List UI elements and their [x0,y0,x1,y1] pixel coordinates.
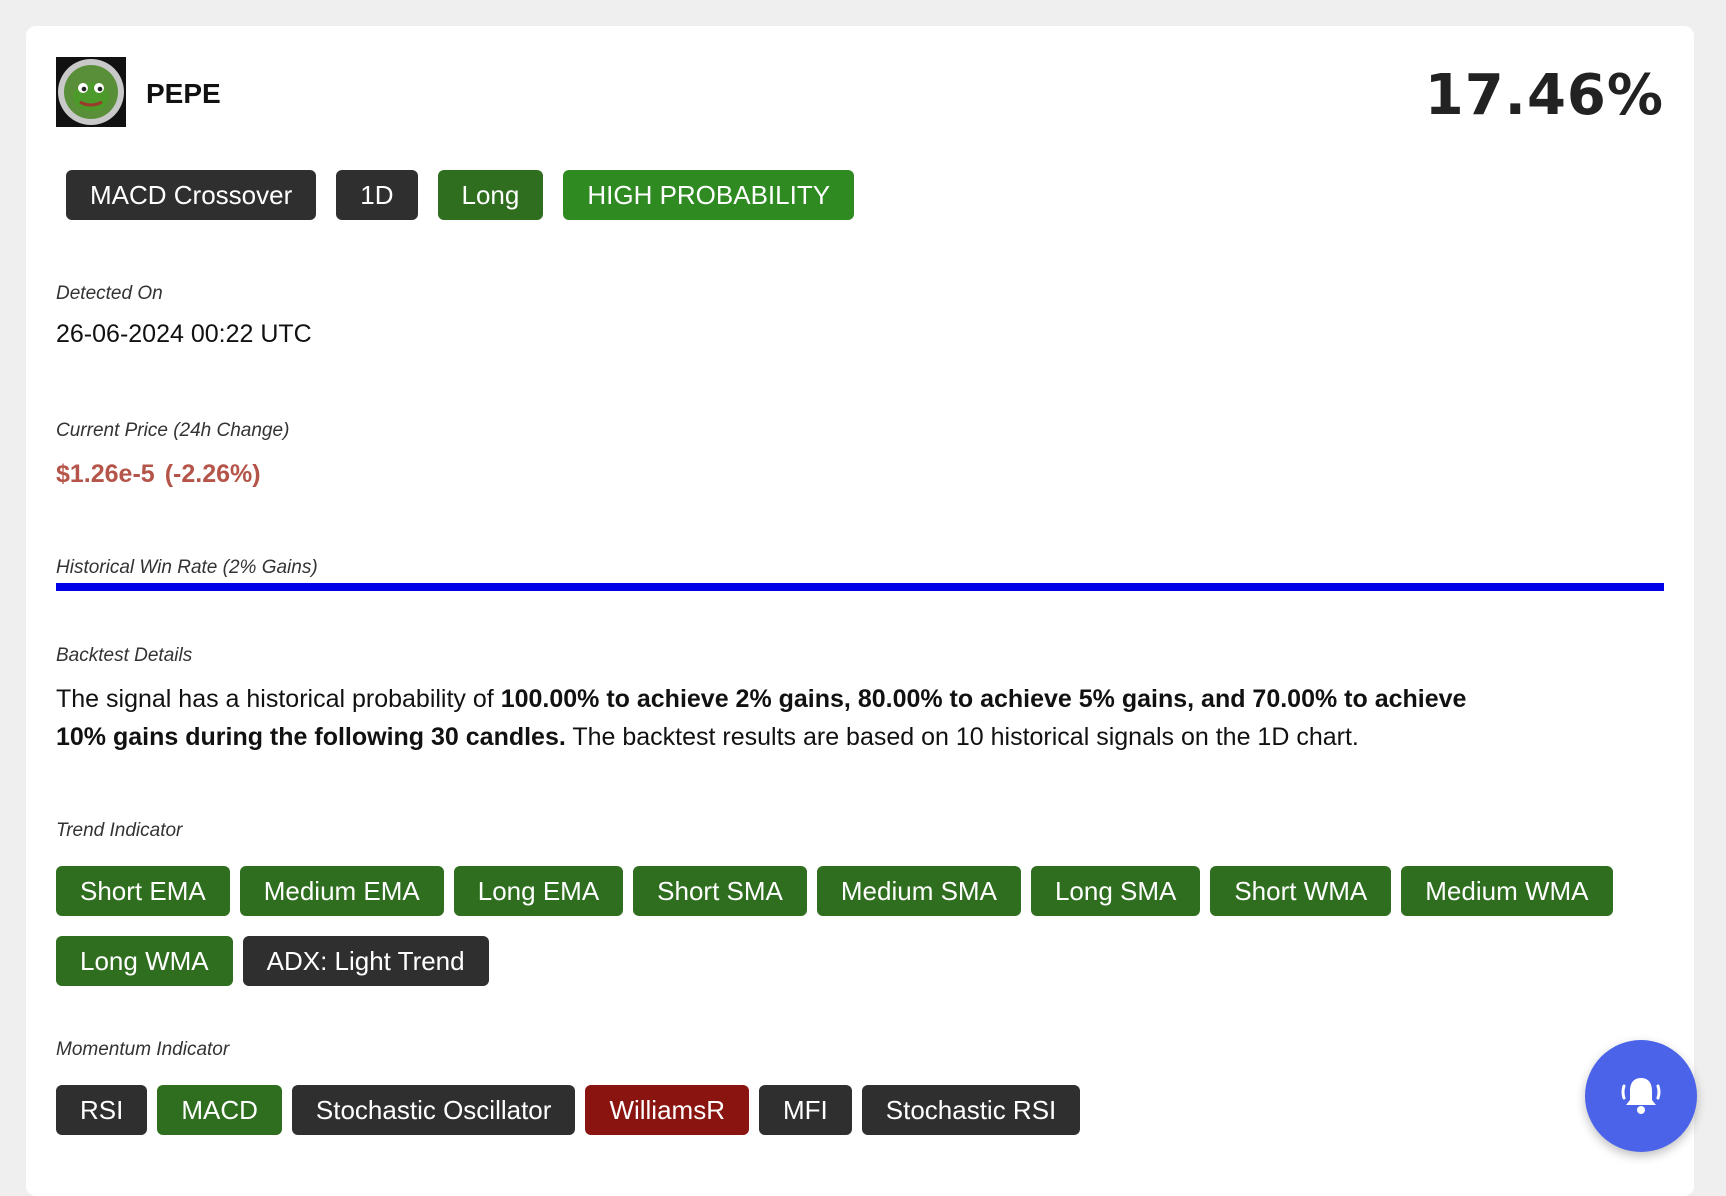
win-rate-bar [56,583,1664,591]
trend-chip-long-sma[interactable]: Long SMA [1030,866,1201,916]
trend-indicator-chips: Short EMA Medium EMA Long EMA Short SMA Medi… [56,866,1656,986]
trend-chip-adx-light-trend[interactable]: ADX: Light Trend [242,936,489,986]
signal-percentage: 17.46% [1424,63,1664,128]
tag-high-probability[interactable]: HIGH PROBABILITY [563,170,855,220]
price-change: (-2.26%) [164,460,261,488]
tag-macd-crossover[interactable]: MACD Crossover [66,170,317,220]
momentum-label: Momentum Indicator [56,1039,230,1060]
trend-chip-short-sma[interactable]: Short SMA [633,866,807,916]
trend-chip-medium-ema[interactable]: Medium EMA [239,866,444,916]
trend-chip-long-wma[interactable]: Long WMA [56,936,233,986]
trend-chip-medium-wma[interactable]: Medium WMA [1401,866,1613,916]
momentum-chip-stochastic-oscillator[interactable]: Stochastic Oscillator [291,1085,576,1135]
pepe-logo [56,57,126,127]
price-value: $1.26e-5 [56,460,155,488]
win-rate-fill [56,583,1664,591]
price-label: Current Price (24h Change) [56,420,290,441]
trend-label: Trend Indicator [56,820,183,841]
signal-tags: MACD Crossover 1D Long HIGH PROBABILITY [66,170,855,220]
backtest-label: Backtest Details [56,645,193,666]
win-rate-label: Historical Win Rate (2% Gains) [56,557,318,578]
backtest-details: The signal has a historical probability … [56,680,1486,756]
trend-chip-medium-sma[interactable]: Medium SMA [816,866,1021,916]
backtest-text-before: The signal has a historical probability … [56,685,501,713]
momentum-chip-rsi[interactable]: RSI [56,1085,148,1135]
momentum-chip-williamsr[interactable]: WilliamsR [585,1085,749,1135]
tag-1d[interactable]: 1D [336,170,418,220]
momentum-chip-mfi[interactable]: MFI [758,1085,852,1135]
coin-header: PEPE 17.46% [56,57,1664,129]
notification-button[interactable] [1585,1040,1697,1152]
detected-label: Detected On [56,283,163,304]
bell-icon [1621,1078,1661,1114]
momentum-indicator-chips: RSI MACD Stochastic Oscillator WilliamsR MFI… [56,1085,1656,1135]
momentum-chip-macd[interactable]: MACD [157,1085,282,1135]
trend-chip-short-ema[interactable]: Short EMA [56,866,230,916]
backtest-text-after: The backtest results are based on 10 his… [565,723,1359,751]
coin-name: PEPE [146,78,221,109]
tag-long[interactable]: Long [437,170,544,220]
trend-chip-long-ema[interactable]: Long EMA [453,866,624,916]
trend-chip-short-wma[interactable]: Short WMA [1210,866,1392,916]
detected-value: 26-06-2024 00:22 UTC [56,320,312,348]
signal-card: PEPE 17.46% MACD Crossover 1D Long HIGH PRO… [26,26,1694,1196]
current-price: $1.26e-5 (-2.26%) [56,460,271,489]
momentum-chip-stochastic-rsi[interactable]: Stochastic RSI [861,1085,1081,1135]
